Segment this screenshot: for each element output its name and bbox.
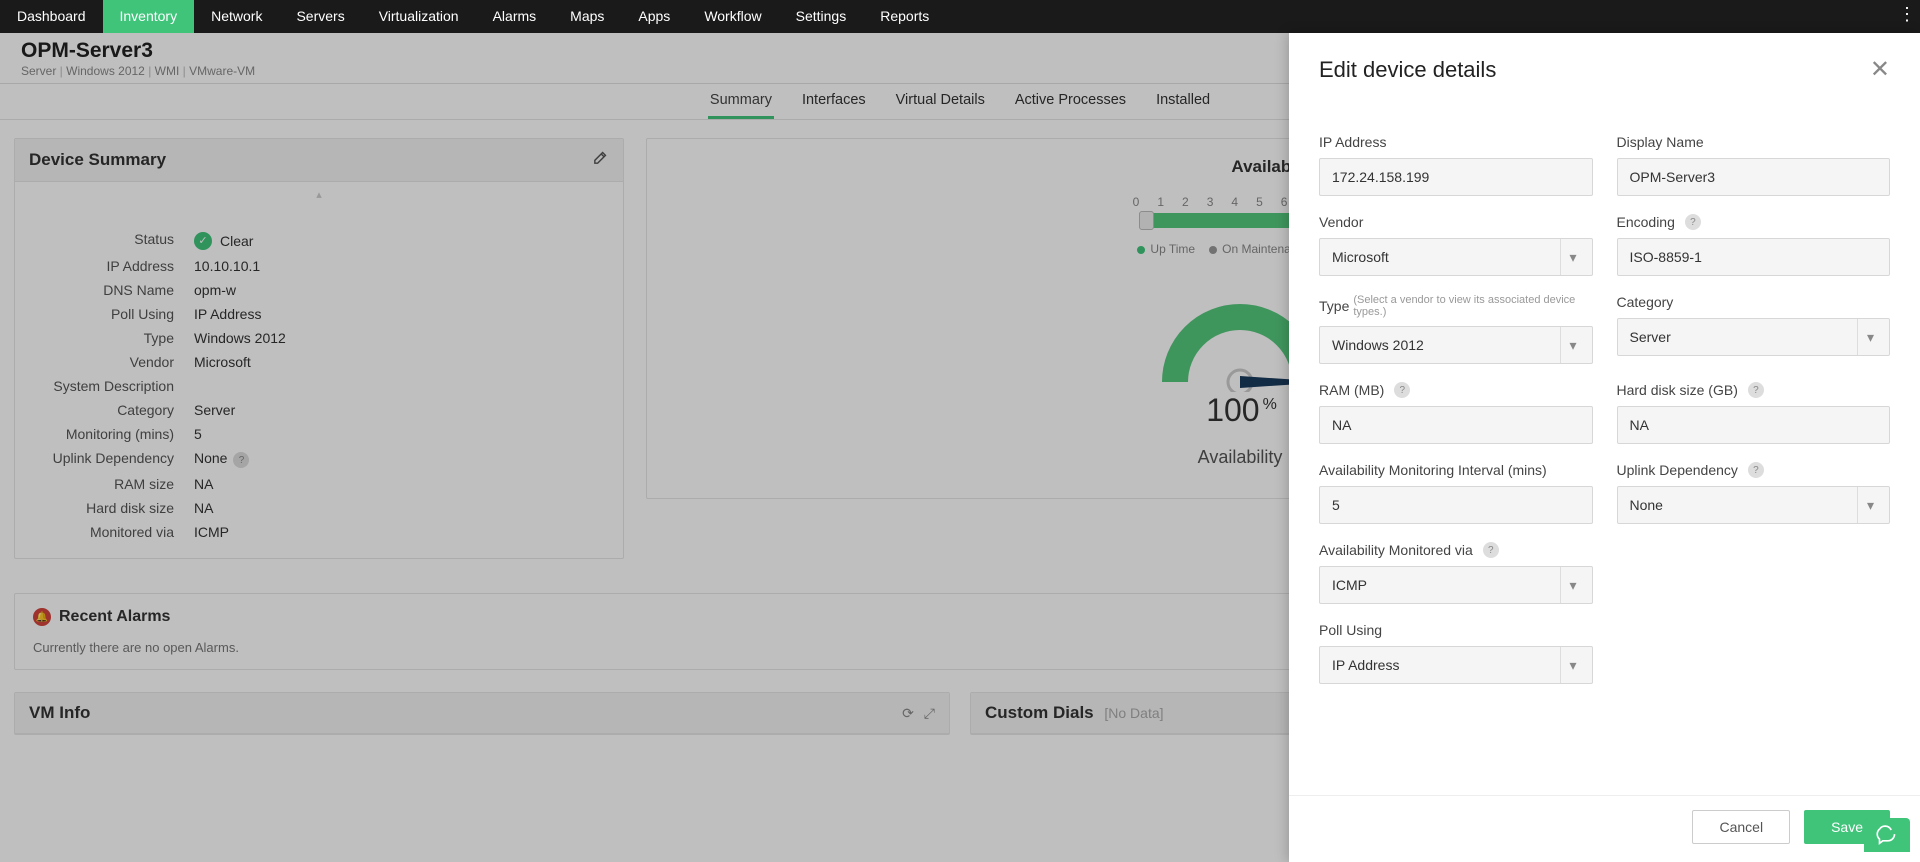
cancel-button[interactable]: Cancel (1692, 810, 1790, 844)
nav-item-apps[interactable]: Apps (621, 0, 687, 33)
help-icon[interactable]: ? (1685, 214, 1701, 230)
hdd-input[interactable] (1617, 406, 1891, 444)
amv-select[interactable]: ICMP▾ (1319, 566, 1593, 604)
encoding-label: Encoding? (1617, 214, 1891, 230)
uplink-select[interactable]: None▾ (1617, 486, 1891, 524)
nav-item-maps[interactable]: Maps (553, 0, 621, 33)
ram-input[interactable] (1319, 406, 1593, 444)
amv-label: Availability Monitored via? (1319, 542, 1593, 558)
chat-icon[interactable] (1864, 818, 1910, 852)
display-name-input[interactable] (1617, 158, 1891, 196)
poll-label: Poll Using (1319, 622, 1593, 638)
chevron-down-icon: ▾ (1560, 327, 1586, 363)
nav-item-servers[interactable]: Servers (279, 0, 361, 33)
edit-device-drawer: Edit device details ✕ IP Address Display… (1289, 33, 1920, 862)
type-label: Type(Select a vendor to view its associa… (1319, 294, 1593, 318)
nav-item-dashboard[interactable]: Dashboard (0, 0, 103, 33)
poll-select[interactable]: IP Address▾ (1319, 646, 1593, 684)
ami-label: Availability Monitoring Interval (mins) (1319, 462, 1593, 478)
uplink-label: Uplink Dependency? (1617, 462, 1891, 478)
display-name-label: Display Name (1617, 134, 1891, 150)
vendor-select[interactable]: Microsoft▾ (1319, 238, 1593, 276)
ip-address-input[interactable] (1319, 158, 1593, 196)
drawer-title: Edit device details (1319, 57, 1496, 83)
top-nav: DashboardInventoryNetworkServersVirtuali… (0, 0, 1920, 33)
nav-item-network[interactable]: Network (194, 0, 279, 33)
menu-dots-icon[interactable]: ⋮ (1898, 4, 1916, 25)
ram-label: RAM (MB)? (1319, 382, 1593, 398)
hdd-label: Hard disk size (GB)? (1617, 382, 1891, 398)
vendor-label: Vendor (1319, 214, 1593, 230)
chevron-down-icon: ▾ (1560, 567, 1586, 603)
nav-item-alarms[interactable]: Alarms (476, 0, 554, 33)
category-select[interactable]: Server▾ (1617, 318, 1891, 356)
nav-item-virtualization[interactable]: Virtualization (362, 0, 476, 33)
chevron-down-icon: ▾ (1560, 239, 1586, 275)
ip-address-label: IP Address (1319, 134, 1593, 150)
chevron-down-icon: ▾ (1560, 647, 1586, 683)
help-icon[interactable]: ? (1394, 382, 1410, 398)
category-label: Category (1617, 294, 1891, 310)
nav-item-inventory[interactable]: Inventory (103, 0, 195, 33)
chevron-down-icon: ▾ (1857, 319, 1883, 355)
encoding-input[interactable] (1617, 238, 1891, 276)
type-select[interactable]: Windows 2012▾ (1319, 326, 1593, 364)
help-icon[interactable]: ? (1748, 462, 1764, 478)
nav-item-settings[interactable]: Settings (779, 0, 864, 33)
nav-item-workflow[interactable]: Workflow (687, 0, 778, 33)
ami-input[interactable] (1319, 486, 1593, 524)
help-icon[interactable]: ? (1748, 382, 1764, 398)
chevron-down-icon: ▾ (1857, 487, 1883, 523)
nav-item-reports[interactable]: Reports (863, 0, 946, 33)
close-icon[interactable]: ✕ (1870, 55, 1890, 84)
help-icon[interactable]: ? (1483, 542, 1499, 558)
